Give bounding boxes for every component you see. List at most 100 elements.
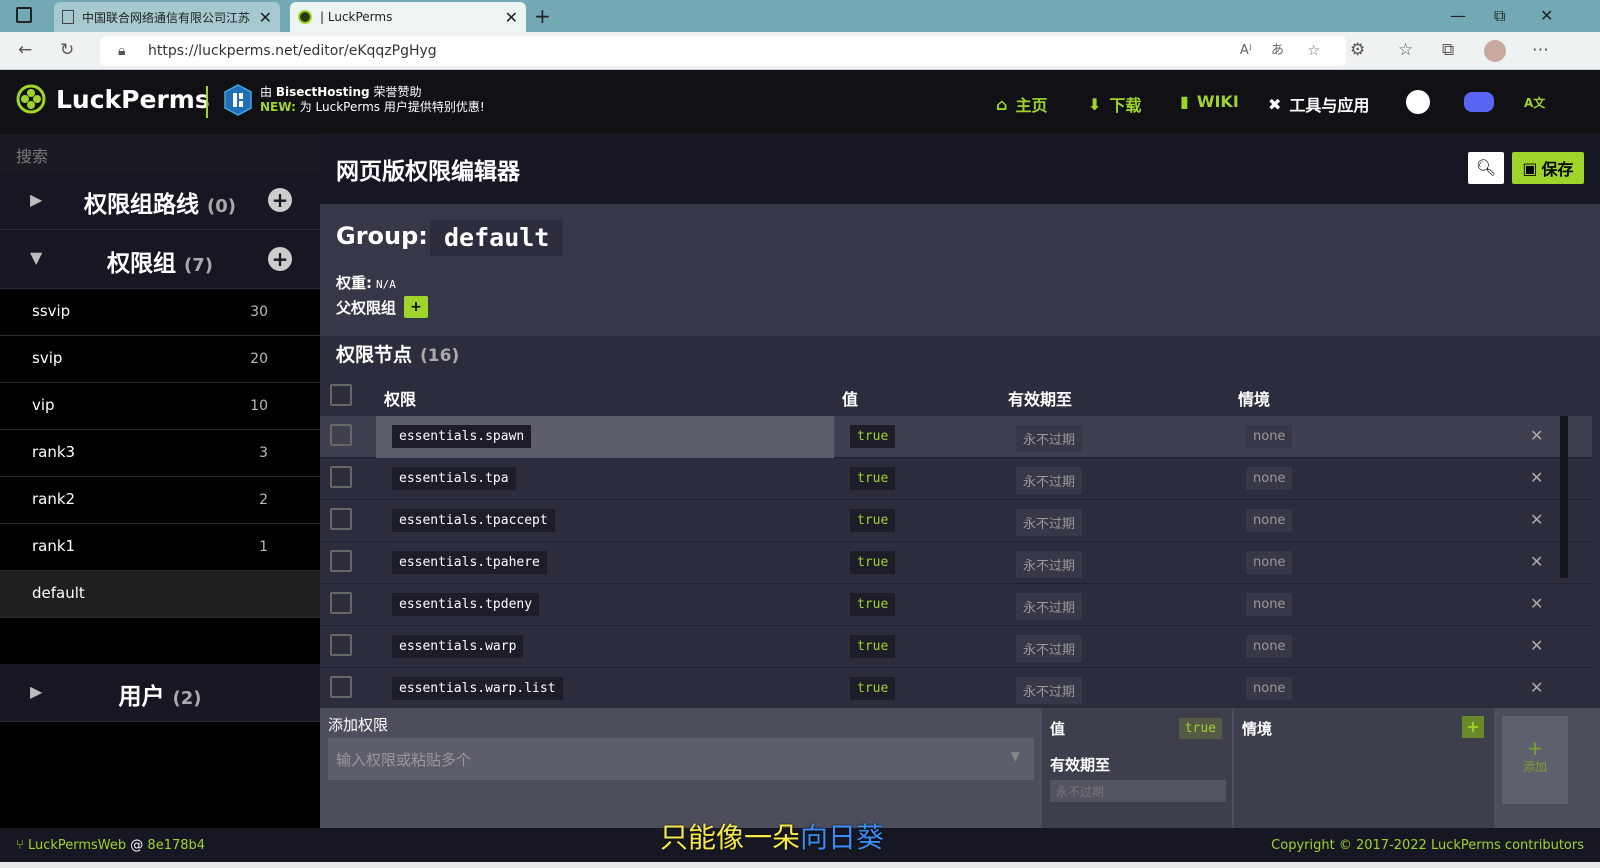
permission-expiry[interactable]: 永不过期 <box>1016 509 1083 536</box>
select-all-checkbox[interactable] <box>330 384 352 406</box>
permission-context[interactable]: none <box>1246 425 1293 448</box>
permission-value[interactable]: true <box>850 677 896 700</box>
permission-expiry[interactable]: 永不过期 <box>1016 635 1083 662</box>
row-checkbox[interactable] <box>330 424 352 446</box>
table-row[interactable]: essentials.warp.list true 永不过期 none ✕ <box>320 668 1592 710</box>
github-icon[interactable] <box>1406 90 1430 114</box>
profile-icon[interactable] <box>1484 40 1506 62</box>
read-aloud-icon[interactable]: A⁾ <box>1240 36 1252 66</box>
delete-icon[interactable]: ✕ <box>1530 594 1543 613</box>
permission-node[interactable]: essentials.tpdeny <box>392 593 540 616</box>
permission-node[interactable]: essentials.tpaccept <box>392 509 555 532</box>
row-checkbox[interactable] <box>330 634 352 656</box>
table-row[interactable]: essentials.tpahere true 永不过期 none ✕ <box>320 542 1592 584</box>
sidebar-item-rank2[interactable]: rank2 2 <box>0 477 320 524</box>
table-row[interactable]: essentials.warp true 永不过期 none ✕ <box>320 626 1592 668</box>
close-tab-icon[interactable]: ✕ <box>505 8 518 27</box>
column-expiry[interactable]: 有效期至 <box>1008 386 1072 410</box>
permission-value[interactable]: true <box>850 593 896 616</box>
permission-context[interactable]: none <box>1246 509 1293 532</box>
delete-icon[interactable]: ✕ <box>1530 510 1543 529</box>
permission-node[interactable]: essentials.tpa <box>392 467 516 490</box>
sidebar-item-rank1[interactable]: rank1 1 <box>0 524 320 571</box>
permission-context[interactable]: none <box>1246 467 1293 490</box>
sidebar-item-rank3[interactable]: rank3 3 <box>0 430 320 477</box>
refresh-icon[interactable]: ↻ <box>60 40 74 60</box>
row-checkbox[interactable] <box>330 676 352 698</box>
row-checkbox[interactable] <box>330 508 352 530</box>
new-tab-button[interactable]: + <box>534 4 551 28</box>
table-row[interactable]: essentials.tpaccept true 永不过期 none ✕ <box>320 500 1592 542</box>
permission-expiry[interactable]: 永不过期 <box>1016 593 1083 620</box>
expiry-input[interactable]: 永不过期 <box>1050 780 1226 802</box>
permission-context[interactable]: none <box>1246 677 1293 700</box>
column-context[interactable]: 情境 <box>1238 386 1270 410</box>
permission-input[interactable]: 输入权限或粘贴多个 ▼ <box>328 738 1034 780</box>
nav-home[interactable]: ⌂ 主页 <box>996 92 1047 116</box>
table-row[interactable]: essentials.tpa true 永不过期 none ✕ <box>320 458 1592 500</box>
sidebar-item-svip[interactable]: svip 20 <box>0 336 320 383</box>
row-checkbox[interactable] <box>330 550 352 572</box>
delete-icon[interactable]: ✕ <box>1530 678 1543 697</box>
table-row[interactable]: essentials.spawn true 永不过期 none ✕ <box>320 416 1592 458</box>
section-tracks[interactable]: ▶ 权限组路线 (0) + <box>0 172 320 230</box>
permission-node[interactable]: essentials.tpahere <box>392 551 547 574</box>
permission-node[interactable]: essentials.warp <box>392 635 524 658</box>
add-context-button[interactable]: + <box>1462 716 1484 738</box>
favorite-icon[interactable]: ☆ <box>1307 36 1320 66</box>
permission-value[interactable]: true <box>850 467 896 490</box>
permission-context[interactable]: none <box>1246 593 1293 616</box>
save-button[interactable]: ▣ 保存 <box>1512 152 1584 184</box>
add-button[interactable]: + 添加 <box>1502 716 1568 804</box>
table-scrollbar[interactable] <box>1560 416 1568 578</box>
add-parent-button[interactable]: + <box>404 296 429 318</box>
favorites-icon[interactable]: ☆ <box>1398 40 1413 60</box>
nav-wiki[interactable]: ▮ WIKI <box>1180 92 1239 111</box>
tab-actions-icon[interactable] <box>16 7 32 23</box>
delete-icon[interactable]: ✕ <box>1530 426 1543 445</box>
lock-icon[interactable]: 🔒︎ <box>118 36 125 66</box>
collections-icon[interactable]: ⧉ <box>1442 40 1454 60</box>
section-groups[interactable]: ▼ 权限组 (7) + <box>0 230 320 289</box>
close-tab-icon[interactable]: ✕ <box>259 8 272 27</box>
logo[interactable]: LuckPerms <box>16 84 210 114</box>
permission-value[interactable]: true <box>850 509 896 532</box>
column-value[interactable]: 值 <box>842 386 858 410</box>
add-value-toggle[interactable]: true <box>1178 718 1222 739</box>
sidebar-item-default[interactable]: default <box>0 571 320 618</box>
delete-icon[interactable]: ✕ <box>1530 636 1543 655</box>
browser-tab[interactable]: 中国联合网络通信有限公司江苏 ✕ <box>54 2 280 32</box>
row-checkbox[interactable] <box>330 466 352 488</box>
permission-context[interactable]: none <box>1246 551 1293 574</box>
translate-icon[interactable]: あ <box>1271 36 1284 66</box>
column-permission[interactable]: 权限 <box>384 386 416 410</box>
permission-expiry[interactable]: 永不过期 <box>1016 467 1083 494</box>
row-checkbox[interactable] <box>330 592 352 614</box>
permission-node[interactable]: essentials.spawn <box>392 425 532 448</box>
permission-context[interactable]: none <box>1246 635 1293 658</box>
sidebar-item-ssvip[interactable]: ssvip 30 <box>0 289 320 336</box>
nav-tools[interactable]: ✖ 工具与应用 <box>1268 92 1369 116</box>
permission-value[interactable]: true <box>850 551 896 574</box>
chevron-down-icon[interactable]: ▼ <box>1011 749 1020 763</box>
permission-expiry[interactable]: 永不过期 <box>1016 425 1083 452</box>
delete-icon[interactable]: ✕ <box>1530 468 1543 487</box>
extensions-icon[interactable]: ⚙ <box>1350 40 1365 60</box>
permission-node[interactable]: essentials.warp.list <box>392 677 563 700</box>
minimize-button[interactable]: — <box>1450 6 1466 25</box>
discord-icon[interactable] <box>1464 92 1494 112</box>
url-input[interactable]: 🔒︎ https://luckperms.net/editor/eKqqzPgH… <box>100 36 1346 66</box>
delete-icon[interactable]: ✕ <box>1530 552 1543 571</box>
maximize-button[interactable]: ⧉ <box>1494 6 1505 26</box>
permission-value[interactable]: true <box>850 425 896 448</box>
permission-value[interactable]: true <box>850 635 896 658</box>
section-users[interactable]: ▶ 用户 (2) <box>0 664 320 722</box>
copyright[interactable]: Copyright © 2017-2022 LuckPerms contribu… <box>1271 838 1584 853</box>
permission-expiry[interactable]: 永不过期 <box>1016 677 1083 704</box>
sidebar-item-vip[interactable]: vip 10 <box>0 383 320 430</box>
table-row[interactable]: essentials.tpdeny true 永不过期 none ✕ <box>320 584 1592 626</box>
browser-tab-active[interactable]: | LuckPerms ✕ <box>290 2 526 32</box>
add-group-button[interactable]: + <box>268 247 292 271</box>
language-icon[interactable]: A文 <box>1524 94 1545 111</box>
footer-version[interactable]: ⑂ LuckPermsWeb @ 8e178b4 <box>16 838 205 853</box>
